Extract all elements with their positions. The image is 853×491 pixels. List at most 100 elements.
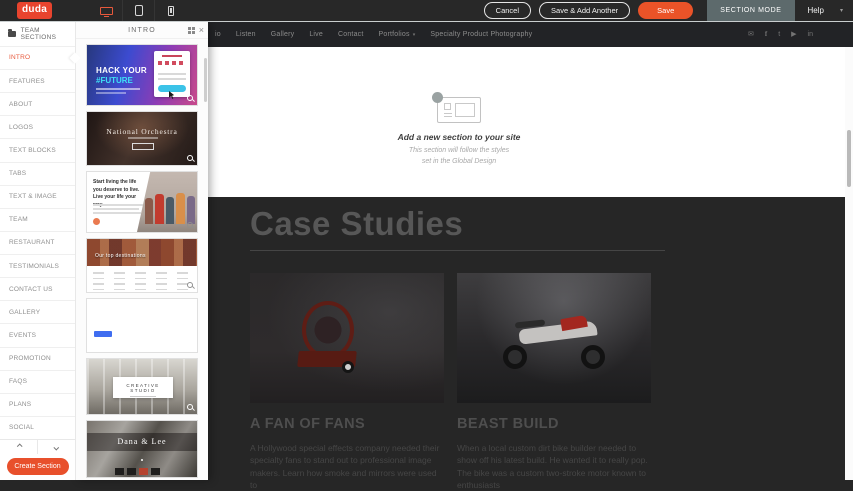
gallery-squares: [115, 468, 160, 475]
sidebar-item-about[interactable]: ABOUT: [0, 92, 75, 115]
nav-item-partial[interactable]: io: [215, 31, 221, 38]
chevron-down-icon: ▾: [413, 32, 416, 38]
case-study-beast: BEAST BUILD When a local custom dirt bik…: [457, 273, 651, 491]
template-thumb-dana-and-lee[interactable]: Dana & Lee: [86, 420, 198, 478]
team-sections-header: TEAM SECTIONS: [0, 22, 75, 46]
nav-item-contact[interactable]: Contact: [338, 31, 364, 38]
nav-item-portfolios[interactable]: Portfolios▾: [379, 31, 416, 38]
duda-logo: duda: [17, 2, 52, 19]
tablet-view-button[interactable]: [122, 0, 154, 21]
template-thumb-national-orchestra[interactable]: National Orchestra: [86, 111, 198, 166]
scroll-down-button[interactable]: [37, 440, 75, 454]
sidebar-item-tabs[interactable]: TABS: [0, 162, 75, 185]
case-study-heading: A FAN OF FANS: [250, 416, 444, 432]
add-section-area[interactable]: Add a new section to your site This sect…: [208, 47, 853, 197]
magnifier-icon[interactable]: [187, 342, 193, 348]
nav-item-specialty[interactable]: Specialty Product Photography: [430, 31, 532, 38]
sidebar-item-logos[interactable]: LOGOS: [0, 115, 75, 138]
email-icon[interactable]: ✉: [748, 31, 754, 38]
add-circle-icon: [432, 92, 443, 103]
destinations-table: [91, 268, 193, 290]
facebook-icon[interactable]: f: [765, 31, 767, 38]
site-canvas: io Listen Gallery Live Contact Portfolio…: [208, 22, 853, 480]
sidebar-item-text-blocks[interactable]: TEXT BLOCKS: [0, 138, 75, 161]
device-switcher: [90, 0, 186, 21]
magnifier-icon[interactable]: [187, 404, 193, 410]
template-thumb-build-your-own-world[interactable]: Build Your Own World: [86, 298, 198, 353]
desktop-icon: [100, 7, 113, 15]
case-study-fan: A FAN OF FANS A Hollywood special effect…: [250, 273, 444, 491]
preview-button: [132, 143, 154, 150]
sidebar-item-intro[interactable]: INTRO: [0, 46, 75, 69]
help-menu[interactable]: Help: [808, 6, 824, 15]
sidebar-item-restaurant[interactable]: RESTAURANT: [0, 231, 75, 254]
case-study-heading: BEAST BUILD: [457, 416, 651, 432]
add-section-placeholder[interactable]: Add a new section to your site This sect…: [208, 97, 710, 167]
save-button[interactable]: Save: [638, 2, 693, 19]
sidebar-item-text-image[interactable]: TEXT & IMAGE: [0, 185, 75, 208]
save-add-another-button[interactable]: Save & Add Another: [539, 2, 630, 19]
cancel-button[interactable]: Cancel: [484, 2, 531, 19]
mobile-icon: [168, 6, 174, 16]
magnifier-icon[interactable]: [187, 95, 193, 101]
youtube-icon[interactable]: ▶: [791, 31, 796, 38]
chevron-down-icon[interactable]: ▾: [840, 7, 843, 14]
section-mode-badge: SECTION MODE: [707, 0, 794, 21]
chevron-down-icon: [53, 445, 59, 451]
nav-item-listen[interactable]: Listen: [236, 31, 256, 38]
sidebar-item-social[interactable]: SOCIAL: [0, 416, 75, 439]
template-thumb-hack-your-future[interactable]: HACK YOUR #FUTURE: [86, 44, 198, 106]
site-navbar: io Listen Gallery Live Contact Portfolio…: [208, 22, 853, 47]
mobile-view-button[interactable]: [154, 0, 186, 21]
desktop-view-button[interactable]: [90, 0, 122, 21]
twitter-icon[interactable]: t: [778, 31, 780, 38]
nav-item-live[interactable]: Live: [309, 31, 323, 38]
magnifier-icon[interactable]: [187, 282, 193, 288]
magnifier-icon[interactable]: [187, 222, 193, 228]
scroll-up-button[interactable]: [0, 440, 37, 454]
fan-machine-photo: [250, 273, 444, 403]
case-study-body: A Hollywood special effects company need…: [250, 442, 446, 491]
template-thumb-top-destinations[interactable]: Our top destinations: [86, 238, 198, 293]
sections-sidebar: TEAM SECTIONS INTRO FEATURES ABOUT LOGOS…: [0, 22, 76, 480]
close-icon[interactable]: ×: [199, 26, 204, 35]
section-templates-panel: INTRO × HACK YOUR #FUTURE National Orche…: [76, 22, 208, 480]
team-sections-label: TEAM SECTIONS: [21, 27, 75, 41]
orange-dot-icon: [93, 218, 100, 225]
canvas-scrollbar[interactable]: [845, 47, 853, 480]
sidebar-item-testimonials[interactable]: TESTIMONIALS: [0, 254, 75, 277]
cta-button-preview: [94, 331, 112, 337]
sidebar-item-faqs[interactable]: FAQS: [0, 370, 75, 393]
add-section-subtitle: This section will follow the styles set …: [208, 146, 710, 167]
sidebar-item-plans[interactable]: PLANS: [0, 393, 75, 416]
chevron-up-icon: [16, 444, 22, 450]
dirt-bike-photo: [457, 273, 651, 403]
magnifier-icon[interactable]: [187, 155, 193, 161]
create-section-button[interactable]: Create Section: [7, 458, 69, 475]
sidebar-item-team[interactable]: TEAM: [0, 208, 75, 231]
sidebar-item-events[interactable]: EVENTS: [0, 323, 75, 346]
divider: [250, 250, 665, 251]
sidebar-item-contact-us[interactable]: CONTACT US: [0, 277, 75, 300]
sidebar-item-gallery[interactable]: GALLERY: [0, 300, 75, 323]
linkedin-icon[interactable]: in: [808, 31, 813, 38]
sidebar-item-promotion[interactable]: PROMOTION: [0, 347, 75, 370]
nav-item-gallery[interactable]: Gallery: [271, 31, 295, 38]
scrollbar-thumb[interactable]: [847, 130, 851, 187]
case-studies-section: Case Studies A FAN OF FANS A Hollywood s…: [208, 197, 853, 491]
editor-topbar: duda Cancel Save & Add Another Save SECT…: [0, 0, 853, 22]
folder-icon: [8, 31, 16, 37]
template-thumb-start-living[interactable]: Start living the life you deserve to liv…: [86, 171, 198, 233]
social-links: ✉ f t ▶ in: [748, 31, 813, 38]
signup-form-preview: [154, 51, 190, 97]
sidebar-item-features[interactable]: FEATURES: [0, 69, 75, 92]
panel-scrollbar[interactable]: [204, 58, 207, 102]
case-study-body: When a local custom dirt bike builder ne…: [457, 442, 653, 491]
template-thumb-creative-studio[interactable]: CREATIVE STUDIO: [86, 358, 198, 415]
page-title: Case Studies: [250, 205, 853, 243]
add-section-title: Add a new section to your site: [208, 132, 710, 142]
section-placeholder-icon: [437, 97, 481, 123]
grid-view-icon[interactable]: [188, 27, 195, 34]
tablet-icon: [135, 5, 143, 16]
studio-card: CREATIVE STUDIO: [113, 377, 173, 398]
